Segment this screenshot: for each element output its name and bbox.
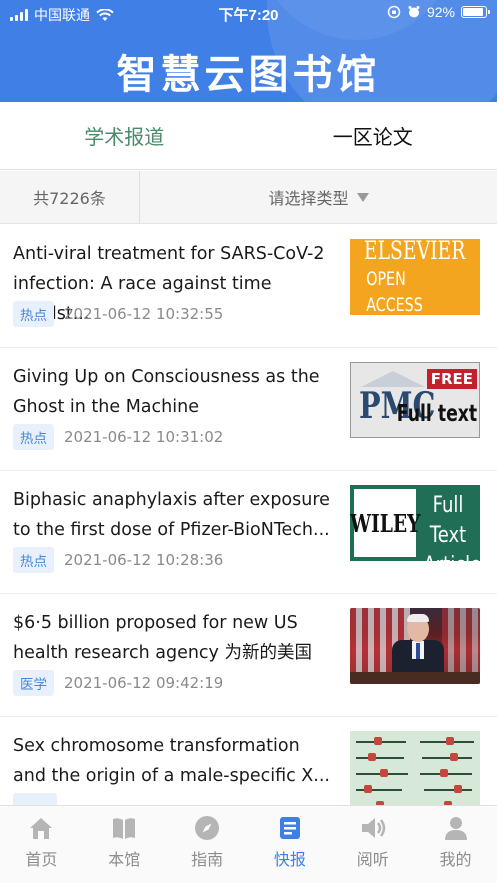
status-bar: 中国联通 下午7:20 92% <box>0 0 497 26</box>
nav-news[interactable]: 快报 <box>248 806 331 883</box>
article-thumbnail: ELSEVIER OPEN ACCESS <box>350 239 480 315</box>
article-meta: 热点 2021-06-12 10:32:55 <box>13 301 223 327</box>
list-item[interactable]: $6·5 billion proposed for new US health … <box>0 594 497 717</box>
article-meta: 医学 2021-06-12 09:42:19 <box>13 670 223 696</box>
result-count: 共7226条 <box>0 171 140 223</box>
article-meta: 热点 2021-06-12 10:31:02 <box>13 424 223 450</box>
filter-bar: 共7226条 请选择类型 <box>0 171 497 224</box>
nav-label: 我的 <box>439 850 472 869</box>
nav-guide[interactable]: 指南 <box>166 806 249 883</box>
article-list: Anti-viral treatment for SARS-CoV-2 infe… <box>0 225 497 805</box>
article-date: 2021-06-12 10:28:36 <box>64 551 224 569</box>
article-tag: 医学 <box>13 670 54 696</box>
app-title: 智慧云图书馆 <box>116 52 381 98</box>
full-text-article-label: Full Text Article <box>423 493 480 561</box>
book-icon <box>113 818 136 839</box>
type-select[interactable]: 请选择类型 <box>140 171 497 223</box>
article-tag: 热点 <box>13 301 54 327</box>
compass-icon <box>195 816 220 840</box>
speaker-icon <box>361 818 385 838</box>
bottom-nav: 首页 本馆 指南 快报 阅听 我的 <box>0 805 497 883</box>
tab-bar: 学术报道 一区论文 <box>0 102 497 170</box>
article-thumbnail: WILEY Full Text Article <box>350 485 480 561</box>
list-item[interactable]: Anti-viral treatment for SARS-CoV-2 infe… <box>0 225 497 348</box>
article-date: 2021-06-12 09:42:19 <box>64 674 224 692</box>
dropdown-arrow-icon <box>356 192 369 202</box>
rotation-lock-icon <box>387 5 401 19</box>
article-meta <box>13 793 57 805</box>
article-thumbnail-diagram <box>350 731 480 805</box>
article-title: Giving Up on Consciousness as the Ghost … <box>13 367 320 417</box>
article-title: Biphasic anaphylaxis after exposure to t… <box>13 490 330 540</box>
article-date: 2021-06-12 10:32:55 <box>64 305 224 323</box>
nav-label: 指南 <box>191 850 224 869</box>
elsevier-logo-text: ELSEVIER <box>364 239 466 265</box>
nav-label: 本馆 <box>108 850 141 869</box>
nav-label: 阅听 <box>356 850 389 869</box>
list-item[interactable]: Biphasic anaphylaxis after exposure to t… <box>0 471 497 594</box>
nav-listen[interactable]: 阅听 <box>331 806 414 883</box>
status-right: 92% <box>387 4 490 20</box>
article-title: Sex chromosome transformation and the or… <box>13 736 330 786</box>
article-tag: 热点 <box>13 424 54 450</box>
article-tag: 热点 <box>13 547 54 573</box>
nav-home[interactable]: 首页 <box>0 806 83 883</box>
free-badge: FREE <box>426 369 477 389</box>
nav-label: 首页 <box>25 850 58 869</box>
nav-library[interactable]: 本馆 <box>83 806 166 883</box>
list-item[interactable]: Sex chromosome transformation and the or… <box>0 717 497 805</box>
full-text-label: Full text <box>396 401 477 427</box>
tab-tier1-papers[interactable]: 一区论文 <box>249 102 497 169</box>
nav-label: 快报 <box>273 850 306 869</box>
article-meta: 热点 2021-06-12 10:28:36 <box>13 547 223 573</box>
open-access-text: OPEN ACCESS <box>366 268 423 315</box>
article-thumbnail-photo <box>350 608 480 684</box>
article-date: 2021-06-12 10:31:02 <box>64 428 224 446</box>
wiley-logo-text: WILEY <box>350 508 421 538</box>
article-tag <box>13 793 57 805</box>
battery-icon <box>461 6 490 18</box>
list-item[interactable]: Giving Up on Consciousness as the Ghost … <box>0 348 497 471</box>
news-icon <box>279 817 300 839</box>
article-thumbnail: PMC FREE Full text <box>350 362 480 438</box>
alarm-icon <box>408 6 420 18</box>
type-select-label: 请选择类型 <box>268 189 349 208</box>
tab-academic-reports[interactable]: 学术报道 <box>0 102 249 169</box>
user-icon <box>444 817 467 840</box>
nav-profile[interactable]: 我的 <box>414 806 497 883</box>
wiley-logo-box: WILEY <box>350 489 420 557</box>
battery-percent: 92% <box>426 4 455 20</box>
home-icon <box>30 818 53 839</box>
app-header: 中国联通 下午7:20 92% 智慧云图书馆 <box>0 0 497 102</box>
